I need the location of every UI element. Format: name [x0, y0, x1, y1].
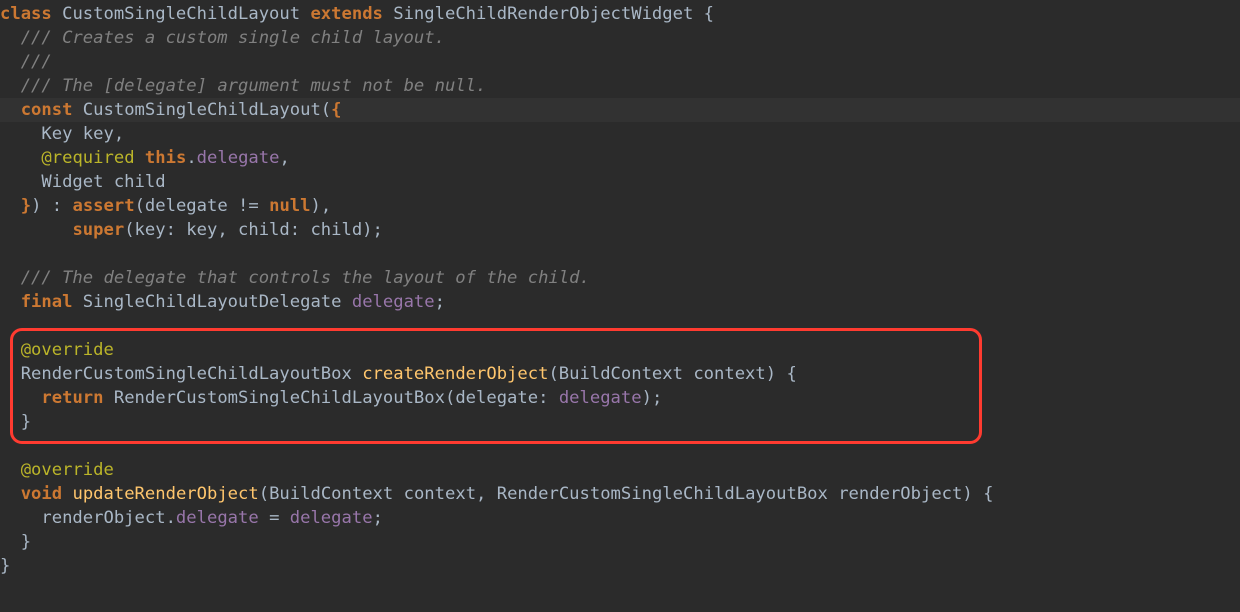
keyword-assert: assert: [72, 196, 134, 216]
code-line: ///: [0, 50, 1240, 74]
keyword-final: final: [21, 292, 73, 312]
code-editor[interactable]: class CustomSingleChildLayout extends Si…: [0, 0, 1240, 578]
code-line: [0, 242, 1240, 266]
keyword-return: return: [41, 388, 103, 408]
code-line: Key key,: [0, 122, 1240, 146]
code-line: /// The [delegate] argument must not be …: [0, 74, 1240, 98]
field-ref: delegate: [290, 508, 373, 528]
keyword-extends: extends: [310, 4, 382, 24]
keyword-class: class: [0, 4, 52, 24]
field-ref: delegate: [176, 508, 259, 528]
annotation-override: @override: [21, 340, 114, 360]
doc-comment: /// Creates a custom single child layout…: [0, 28, 445, 48]
keyword-super: super: [72, 220, 124, 240]
annotation: @required: [41, 148, 134, 168]
keyword-void: void: [21, 484, 62, 504]
code-line: Widget child: [0, 170, 1240, 194]
method-name: updateRenderObject: [72, 484, 258, 504]
annotation-override: @override: [21, 460, 114, 480]
doc-comment: /// The [: [0, 76, 114, 96]
keyword-const: const: [21, 100, 73, 120]
code-line: [0, 434, 1240, 458]
code-line: @override: [0, 458, 1240, 482]
keyword-null: null: [269, 196, 310, 216]
code-line: }: [0, 554, 1240, 578]
method-name: createRenderObject: [362, 364, 548, 384]
code-line: }) : assert(delegate != null),: [0, 194, 1240, 218]
code-line: }: [0, 530, 1240, 554]
code-line: super(key: key, child: child);: [0, 218, 1240, 242]
doc-comment: ///: [0, 52, 52, 72]
code-line: class CustomSingleChildLayout extends Si…: [0, 2, 1240, 26]
field-decl: delegate: [352, 292, 435, 312]
code-line: /// Creates a custom single child layout…: [0, 26, 1240, 50]
code-line: final SingleChildLayoutDelegate delegate…: [0, 290, 1240, 314]
field-ref: delegate: [197, 148, 280, 168]
code-line: @required this.delegate,: [0, 146, 1240, 170]
keyword-this: this: [145, 148, 186, 168]
code-line: const CustomSingleChildLayout({: [0, 98, 1240, 122]
code-line: renderObject.delegate = delegate;: [0, 506, 1240, 530]
doc-comment: /// The delegate that controls the layou…: [0, 268, 590, 288]
code-line: @override: [0, 338, 1240, 362]
code-line: return RenderCustomSingleChildLayoutBox(…: [0, 386, 1240, 410]
code-line: }: [0, 410, 1240, 434]
code-line: RenderCustomSingleChildLayoutBox createR…: [0, 362, 1240, 386]
code-line: void updateRenderObject(BuildContext con…: [0, 482, 1240, 506]
field-ref: delegate: [559, 388, 642, 408]
code-line: [0, 314, 1240, 338]
code-line: /// The delegate that controls the layou…: [0, 266, 1240, 290]
